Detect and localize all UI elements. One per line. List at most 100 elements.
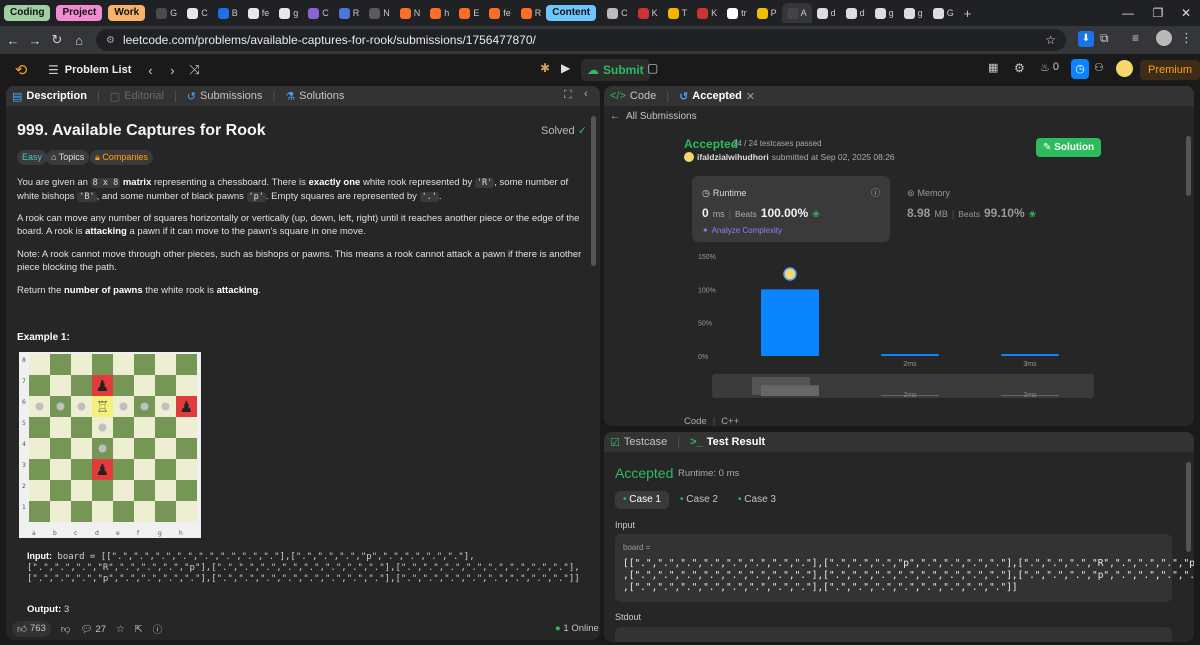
tab-accepted[interactable]: ↺ Accepted ✕ [679,90,755,103]
streak-counter[interactable]: ♨ 0 [1040,61,1059,74]
stdout-box [615,627,1172,642]
solution-button[interactable]: ✎ Solution [1036,138,1102,157]
profile-avatar[interactable] [1156,30,1172,46]
browser-tab[interactable]: g [899,3,928,23]
right-bottom-scrollbar[interactable] [1186,462,1191,552]
browser-tab[interactable]: g [870,3,899,23]
right-top-scrollbar[interactable] [1186,136,1191,196]
browser-tab[interactable]: K [633,3,663,23]
shuffle-icon[interactable]: ⤨ [183,59,205,81]
expand-panel-icon[interactable]: ⛶ [564,89,572,102]
browser-tab[interactable]: d [812,3,841,23]
browser-tab[interactable]: tr [722,3,752,23]
left-scrollbar[interactable] [591,116,596,266]
output-label: Output: [27,604,62,615]
browser-tab[interactable]: K [692,3,722,23]
run-icon[interactable]: ▶ [561,61,570,75]
leetcode-logo-icon[interactable]: ⟲ [10,59,32,81]
url-bar[interactable]: ⚙ leetcode.com/problems/available-captur… [96,29,1066,51]
tab-testcase[interactable]: ☑ Testcase [610,436,667,449]
tab-separator: | [272,90,276,102]
browser-tab[interactable]: d [841,3,870,23]
timer-icon[interactable]: ◷ [1071,59,1089,79]
tab-group-chip[interactable]: Content [546,5,597,21]
tab-submissions[interactable]: ↺ Submissions [187,90,263,103]
share-icon[interactable]: ⇱ [135,624,143,635]
forward-icon[interactable]: → [24,29,46,51]
submitter-name[interactable]: ifaldzialwihudhori [697,152,769,162]
browser-tab[interactable]: N [395,3,426,23]
runtime-card[interactable]: ◷ Runtime ⓘ 0 ms | Beats 100.00% ❀ ✦ Ana… [692,176,890,242]
browser-tab[interactable]: C [182,3,213,23]
browser-tab[interactable]: fe [484,3,516,23]
help-icon[interactable]: ⓘ [153,622,163,636]
reload-icon[interactable]: ↻ [46,29,68,51]
layout-icon[interactable]: ▦ [988,61,998,74]
browser-tab[interactable]: P [752,3,782,23]
info-icon[interactable]: ⓘ [871,186,880,199]
tab-group-chip[interactable]: Project [56,5,103,21]
problem-list-button[interactable]: ☰ Problem List [48,63,131,77]
notes-icon[interactable]: ▢ [647,61,658,75]
premium-button[interactable]: Premium [1140,60,1200,80]
reading-list-icon[interactable]: ≡ [1132,31,1139,45]
tab-group-chip[interactable]: Work [108,5,146,21]
browser-tab[interactable]: G [151,3,182,23]
beats-divider: | [951,209,955,219]
thumbs-down-icon[interactable]: 👎︎ [61,623,71,635]
tab-solutions[interactable]: ⚗ Solutions [285,90,344,103]
like-button[interactable]: 👍︎ 763 [12,621,51,637]
browser-tab[interactable]: B [213,3,243,23]
memory-header[interactable]: ⊚ Memory [907,188,950,199]
site-info-icon[interactable]: ⚙ [106,35,115,46]
back-icon[interactable]: ← [2,29,24,51]
case-tab-1[interactable]: • Case 1 [615,491,669,509]
topics-chip[interactable]: ⌂ Topics [46,150,90,165]
browser-tab[interactable]: g [274,3,303,23]
comments-button[interactable]: 💬︎ 27 [80,624,106,635]
submit-button[interactable]: ☁ Submit [581,59,650,81]
board-square [176,375,197,396]
case-tab-2[interactable]: • Case 2 [672,491,726,509]
collapse-panel-icon[interactable]: ‹ [584,88,588,100]
prev-problem-icon[interactable]: ‹ [139,59,161,81]
arrow-left-icon: ← [610,111,620,122]
browser-tab[interactable]: C [303,3,334,23]
browser-tab[interactable]: G [928,3,959,23]
close-tab-icon[interactable]: ✕ [746,90,755,103]
browser-tab[interactable]: R [334,3,365,23]
browser-tab[interactable]: N [364,3,395,23]
tab-group-chip[interactable]: Coding [4,5,51,21]
new-tab-button[interactable]: + [959,3,977,23]
browser-tab[interactable]: E [454,3,484,23]
companies-chip[interactable]: 🔒︎ Companies [90,150,153,165]
home-icon[interactable]: ⌂ [68,29,90,51]
browser-menu-icon[interactable]: ⋮ [1180,30,1193,46]
user-avatar[interactable] [1116,60,1133,77]
browser-tab[interactable]: A [781,3,812,23]
tab-favicon-icon [369,7,381,19]
tab-description[interactable]: ▤ Description [12,90,87,103]
bookmark-star-icon[interactable]: ☆ [1045,33,1056,47]
browser-tab[interactable]: T [663,3,693,23]
add-friend-icon[interactable]: ⚇ [1094,61,1104,74]
debug-icon[interactable]: ✱ [540,61,550,75]
favorite-star-icon[interactable]: ☆ [116,624,125,635]
all-submissions-link[interactable]: ← All Submissions [610,111,697,122]
next-problem-icon[interactable]: › [161,59,183,81]
download-icon[interactable]: ⬇ [1078,31,1094,47]
browser-tab[interactable]: R [516,3,547,23]
case-tab-3[interactable]: • Case 3 [730,491,784,509]
difficulty-chip[interactable]: Easy [17,150,48,165]
tab-test-result[interactable]: >_ Test Result [690,436,765,448]
browser-tab[interactable]: fe [243,3,275,23]
extensions-icon[interactable]: ⧉ [1100,31,1109,46]
browser-tab[interactable]: C [602,3,633,23]
browser-tab[interactable]: h [425,3,454,23]
settings-gear-icon[interactable]: ⚙ [1014,61,1025,75]
analyze-complexity-link[interactable]: ✦ Analyze Complexity [702,226,782,235]
tab-title: R [534,8,542,18]
close-window-icon[interactable]: ✕ [1168,0,1200,26]
tab-editorial[interactable]: ▢ Editorial [110,90,164,103]
tab-code[interactable]: </> Code [610,90,656,102]
